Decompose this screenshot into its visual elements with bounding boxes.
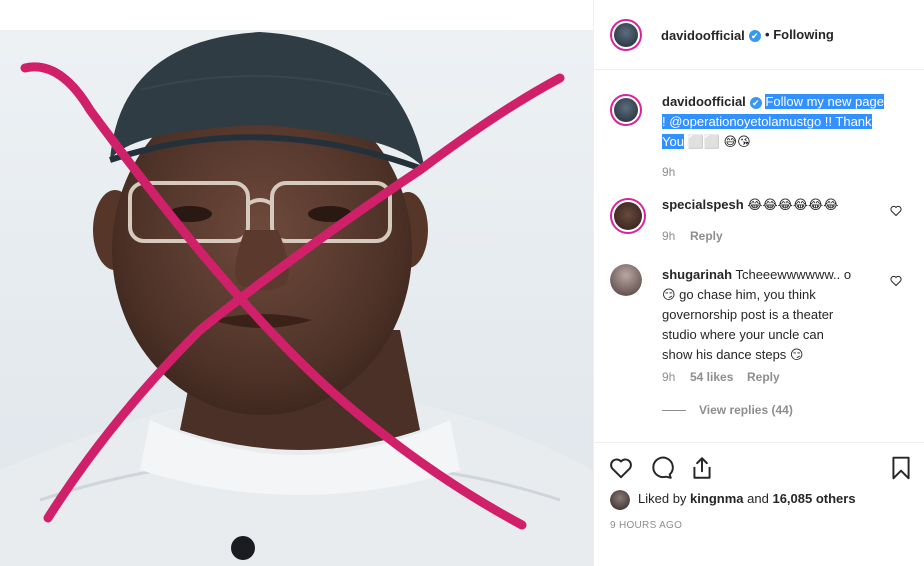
view-replies-button[interactable]: View replies (44) xyxy=(699,403,793,417)
commenter-avatar[interactable] xyxy=(610,264,642,296)
comment-author[interactable]: shugarinah xyxy=(662,267,732,282)
comment-line-2: 😏 go chase him, you think xyxy=(662,287,816,302)
liked-by-middle: and xyxy=(747,491,769,506)
comment-icon[interactable] xyxy=(648,455,674,481)
comments-list: davidoofficial ✔ Follow my new page ! @op… xyxy=(594,70,924,442)
verified-icon: ✔ xyxy=(748,29,761,42)
following-button[interactable]: Following xyxy=(773,27,834,42)
comment-line-1: Tcheeewwwwww.. o xyxy=(735,267,852,282)
author-avatar[interactable] xyxy=(610,19,642,51)
comment-time: 9h xyxy=(662,370,676,384)
comment-reply-button[interactable]: Reply xyxy=(690,229,723,243)
comment-reply-button[interactable]: Reply xyxy=(747,370,780,384)
caption-line-3: You xyxy=(662,134,684,149)
comment-author[interactable]: specialspesh xyxy=(662,197,744,212)
liked-by-user[interactable]: kingnma xyxy=(690,491,743,506)
post-actions: Liked by kingnma and 16,085 others 9 HOU… xyxy=(594,442,924,531)
caption-text: davidoofficial ✔ Follow my new page ! @op… xyxy=(662,92,884,152)
follow-status[interactable]: • Following xyxy=(765,27,834,42)
share-icon[interactable] xyxy=(689,455,715,481)
author-username[interactable]: davidoofficial xyxy=(661,28,745,43)
likes-count[interactable]: 16,085 others xyxy=(772,491,855,506)
verified-icon: ✔ xyxy=(749,96,762,109)
heart-icon[interactable] xyxy=(608,455,634,481)
caption-line-1: Follow my new page xyxy=(765,94,884,109)
liked-by-text: Liked by kingnma and 16,085 others xyxy=(638,491,856,506)
comment-body: 😂😂😂😂😂😂 xyxy=(747,197,839,212)
caption-line-2: ! @operationoyetolamustgo !! Thank xyxy=(662,114,872,129)
comment-likes-count[interactable]: 54 likes xyxy=(690,370,733,384)
liked-by-prefix: Liked by xyxy=(638,491,687,506)
comment-like-heart-icon[interactable] xyxy=(890,205,902,217)
post-photo[interactable] xyxy=(0,0,593,566)
replies-divider xyxy=(662,410,686,411)
comment-line-4: studio where your uncle can xyxy=(662,327,824,342)
caption-time: 9h xyxy=(662,165,676,179)
comment-line-3: governorship post is a theater xyxy=(662,307,834,322)
caption-avatar[interactable] xyxy=(610,94,642,126)
comment-line-5: show his dance steps 😏 xyxy=(662,347,804,362)
comment-time: 9h xyxy=(662,229,676,243)
comment-like-heart-icon[interactable] xyxy=(890,275,902,287)
post-timestamp[interactable]: 9 HOURS AGO xyxy=(610,520,682,531)
liker-avatar[interactable] xyxy=(610,490,630,510)
author-name-block: davidoofficial ✔ xyxy=(661,27,761,45)
caption-author[interactable]: davidoofficial xyxy=(662,94,746,109)
comment-text: shugarinah Tcheeewwwwww.. o 😏 go chase h… xyxy=(662,265,851,365)
post-sidebar: davidoofficial ✔ • Following davidooffici… xyxy=(593,0,924,566)
bookmark-icon[interactable] xyxy=(888,455,914,481)
post-image xyxy=(0,0,593,566)
caption-emojis: ⬜⬜ 😅😘 xyxy=(687,134,751,149)
post-header: davidoofficial ✔ • Following xyxy=(594,0,924,70)
comment-text: specialspesh 😂😂😂😂😂😂 xyxy=(662,195,838,215)
follow-separator: • xyxy=(765,27,770,42)
commenter-avatar[interactable] xyxy=(610,198,646,234)
